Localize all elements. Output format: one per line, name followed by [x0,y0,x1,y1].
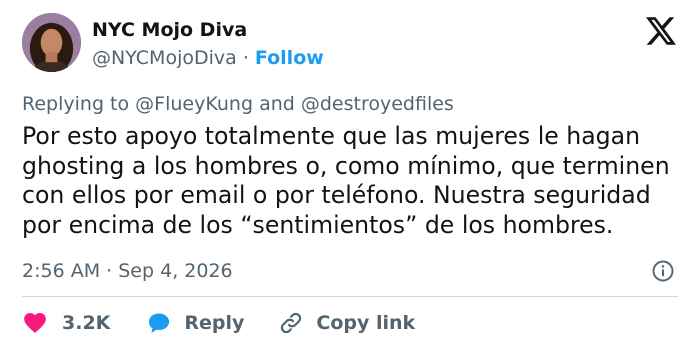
avatar[interactable] [22,13,81,72]
tweet-text-line: por encima de los “sentimientos” de los … [22,210,614,239]
action-bar: 3.2K Reply Copy link [22,306,415,340]
tweet-text-line: Por esto apoyo totalmente que las mujere… [22,122,641,150]
handle-separator: · [242,47,249,69]
tweet-text-line: ghosting a los hombres o, como mínimo, q… [22,151,670,180]
replying-conjunction: and [259,93,295,115]
divider [22,296,678,297]
tweet-timestamp[interactable]: 2:56 AM · Sep 4, 2026 [22,260,233,282]
author-handle[interactable]: @NYCMojoDiva [92,47,237,69]
like-button[interactable]: 3.2K [22,310,110,336]
link-icon [278,310,304,336]
avatar-image [22,13,81,72]
tweet-text: Por esto apoyo totalmente que las mujere… [22,122,692,240]
replying-user-flueykung[interactable]: @FlueyKung [135,93,253,115]
tweet-time: 2:56 AM [22,260,101,282]
timestamp-separator: · [106,260,113,282]
replying-user-destroyedfiles[interactable]: @destroyedfiles [301,93,454,115]
reply-bubble-icon [146,310,172,336]
copy-link-button[interactable]: Copy link [278,310,415,336]
heart-icon [22,310,48,336]
like-count: 3.2K [62,312,111,334]
replying-prefix: Replying to [22,93,130,115]
info-icon[interactable] [651,259,675,283]
follow-button[interactable]: Follow [255,47,324,69]
tweet-text-line: con ellos por email o por teléfono. Nues… [22,181,651,209]
author-handle-row: @NYCMojoDiva · Follow [92,47,324,69]
copy-link-label: Copy link [316,312,416,334]
reply-button[interactable]: Reply [146,310,244,336]
x-logo-icon[interactable] [646,17,676,45]
author-name[interactable]: NYC Mojo Diva [92,19,247,41]
replying-to: Replying to @FlueyKung and @destroyedfil… [22,93,454,115]
tweet-date: Sep 4, 2026 [118,260,233,282]
reply-label: Reply [184,312,245,334]
